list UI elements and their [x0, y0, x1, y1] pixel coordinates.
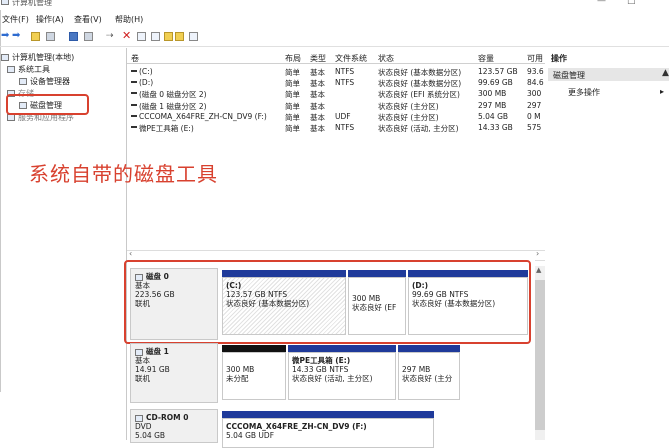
action-section-label: 磁盘管理 — [553, 71, 585, 80]
action-pane-title: 操作 — [551, 54, 567, 63]
cell-capacity: 123.57 GB — [478, 67, 518, 76]
volume-icon — [131, 70, 137, 72]
cdrom-0-info[interactable]: CD-ROM 0 DVD 5.04 GB — [130, 409, 218, 443]
view-icon[interactable] — [84, 32, 93, 41]
partition-bar — [288, 345, 396, 352]
checklist-icon[interactable] — [151, 32, 160, 41]
window-title: 计算机管理 — [12, 0, 52, 7]
action-section-header[interactable]: 磁盘管理 ▲ — [548, 68, 669, 81]
partition-f[interactable]: CCCOMA_X64FRE_ZH-CN_DV9 (F:) 5.04 GB UDF — [222, 418, 434, 448]
cell-filesystem: NTFS — [335, 67, 355, 76]
scroll-left-icon[interactable]: ‹ — [129, 249, 132, 258]
cell-free: 575 — [527, 123, 542, 132]
computer-icon — [1, 54, 9, 61]
cdrom-icon — [135, 414, 143, 422]
forward-arrow-icon[interactable]: ➡ — [12, 30, 20, 41]
cell-capacity: 297 MB — [478, 100, 507, 110]
cell-status: 状态良好 (活动, 主分区) — [378, 124, 459, 133]
connect-icon[interactable]: ⇢ — [106, 31, 114, 41]
cell-capacity: 14.33 GB — [478, 123, 513, 132]
partition-bar — [398, 345, 460, 352]
highlight-box-disk-management — [6, 94, 89, 115]
layout-icon[interactable] — [189, 32, 198, 41]
annotation-text: 系统自带的磁盘工具 — [29, 162, 218, 186]
volume-icon — [131, 126, 137, 128]
toolbar — [0, 27, 669, 47]
highlight-box-disk-0 — [124, 260, 531, 344]
header-divider — [127, 63, 545, 64]
partition-bar — [222, 411, 434, 418]
app-icon — [1, 0, 9, 5]
tree-item-system-tools[interactable]: 系统工具 — [7, 64, 50, 75]
cell-capacity: 99.69 GB — [478, 78, 513, 88]
cell-filesystem: NTFS — [335, 78, 355, 88]
menu-help[interactable]: 帮助(H) — [115, 14, 143, 25]
cell-free: 297 — [527, 100, 542, 110]
document-icon[interactable] — [137, 32, 146, 41]
menu-action[interactable]: 操作(A) — [36, 14, 64, 25]
disk-1-info[interactable]: 磁盘 1 基本 14.91 GB 联机 — [130, 343, 218, 403]
submenu-arrow-icon[interactable]: ▸ — [660, 87, 664, 96]
help-icon[interactable] — [69, 32, 78, 41]
delete-icon[interactable]: ✕ — [122, 29, 131, 42]
more-actions-link[interactable]: 更多操作 — [568, 87, 600, 98]
cell-free: 93.6 — [527, 67, 544, 76]
unallocated-bar — [222, 345, 286, 352]
open-icon[interactable] — [164, 32, 173, 41]
volume-icon — [131, 103, 137, 106]
cell-filesystem: NTFS — [335, 123, 355, 132]
tree-item-device-manager[interactable]: 设备管理器 — [19, 76, 70, 87]
partition-e[interactable]: 微PE工具箱 (E:) 14.33 GB NTFS 状态良好 (活动, 主分区) — [288, 352, 396, 400]
tree-item-computer-management[interactable]: 计算机管理(本地) — [1, 52, 74, 63]
cell-capacity: 300 MB — [478, 89, 507, 99]
menu-file[interactable]: 文件(F) — [2, 14, 29, 25]
back-arrow-icon[interactable]: ➡ — [1, 30, 9, 41]
cell-volume: 微PE工具箱 (E:) — [139, 124, 194, 133]
folder-icon[interactable] — [31, 32, 40, 41]
cell-type: 基本 — [310, 124, 325, 133]
volume-icon — [131, 92, 137, 95]
menu-view[interactable]: 查看(V) — [74, 14, 102, 25]
cell-volume: (C:) — [139, 67, 153, 76]
maximize-button[interactable]: □ — [627, 0, 636, 6]
tools-icon — [7, 66, 15, 73]
partition-unallocated[interactable]: 300 MB 未分配 — [222, 352, 286, 400]
minimize-button[interactable]: — — [597, 0, 606, 6]
partition-disk1-p2[interactable]: 297 MB 状态良好 (主分 — [398, 352, 460, 400]
volume-icon — [131, 81, 137, 84]
scroll-right-icon[interactable]: › — [536, 249, 539, 258]
disk-icon — [135, 348, 143, 356]
properties-icon[interactable] — [46, 32, 55, 41]
device-icon — [19, 78, 27, 85]
title-bar: 计算机管理 — □ — [0, 0, 669, 10]
cell-volume: (D:) — [139, 78, 154, 88]
cell-volume: CCCOMA_X64FRE_ZH-CN_DV9 (F:) — [139, 111, 267, 121]
search-icon[interactable] — [175, 32, 184, 41]
cell-free: 300 — [527, 89, 542, 99]
cell-layout: 简单 — [285, 124, 300, 133]
cell-free: 0 M — [527, 111, 541, 121]
cell-capacity: 5.04 GB — [478, 111, 509, 121]
cell-filesystem: UDF — [335, 111, 351, 121]
collapse-icon[interactable]: ▲ — [662, 68, 669, 78]
services-icon — [7, 114, 15, 121]
volume-icon — [131, 114, 137, 117]
cell-free: 84.6 — [527, 78, 544, 88]
scroll-thumb[interactable] — [535, 280, 545, 430]
scroll-up-icon[interactable]: ▲ — [536, 266, 541, 274]
